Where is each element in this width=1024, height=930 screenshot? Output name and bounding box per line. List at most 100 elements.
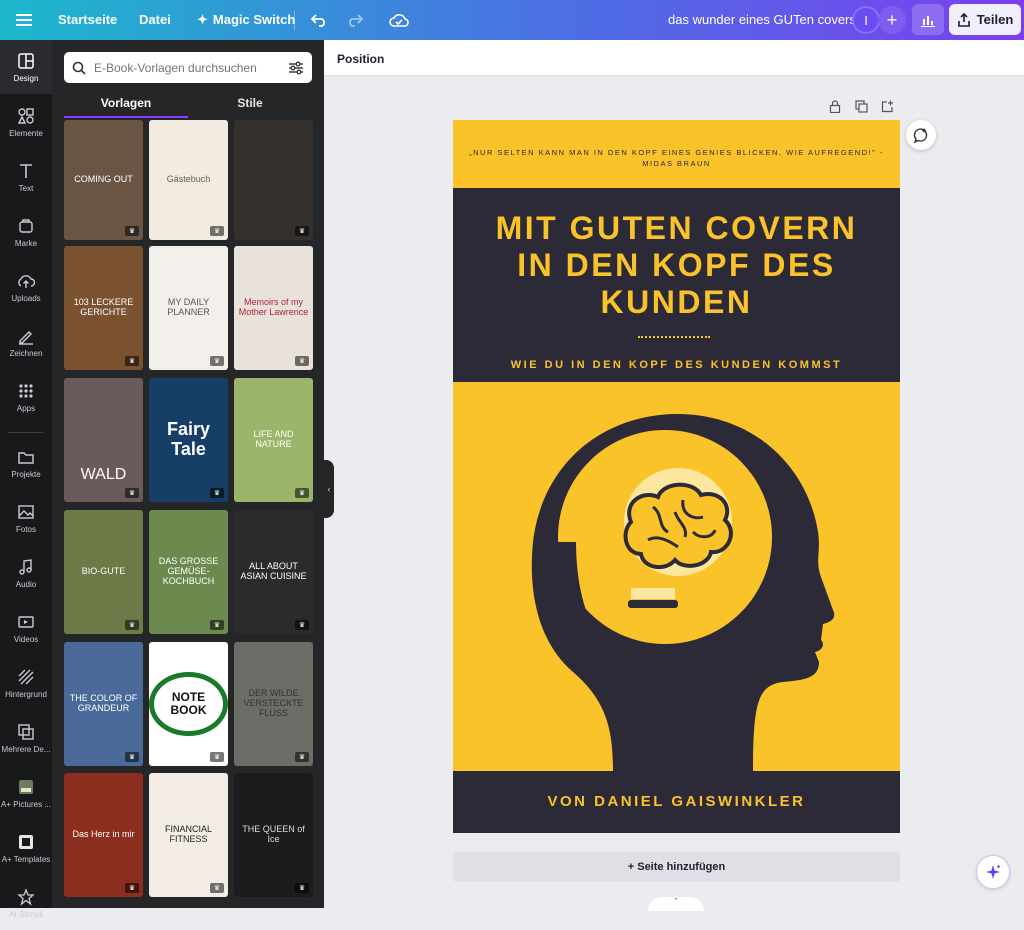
cover-author[interactable]: VON DANIEL GAISWINKLER: [453, 793, 900, 810]
rail-item-uploads[interactable]: Uploads: [0, 260, 52, 314]
document-title[interactable]: das wunder eines GUTen covers: [668, 12, 856, 27]
template-thumbnail-title: DER WILDE VERSTECKTE FLUSS: [243, 688, 304, 718]
template-thumbnail-title: NOTE BOOK: [149, 671, 228, 737]
template-thumbnail-title: Gästebuch: [166, 174, 211, 185]
template-thumbnail[interactable]: Fairy Tale ♛: [149, 378, 228, 502]
rail-label: Fotos: [15, 524, 36, 534]
rail-item-elements[interactable]: Elemente: [0, 95, 52, 149]
cloud-saved-icon[interactable]: [387, 8, 411, 32]
template-thumbnail-title: ALL ABOUT ASIAN CUISINE: [240, 561, 307, 581]
chevron-up-icon: ˆ: [674, 897, 678, 907]
home-link[interactable]: Startseite: [58, 12, 117, 27]
file-menu[interactable]: Datei: [139, 12, 171, 27]
template-thumbnail[interactable]: FINANCIAL FITNESS ♛: [149, 773, 228, 897]
magic-switch-button[interactable]: ✦ Magic Switch: [197, 12, 295, 28]
share-button[interactable]: Teilen: [949, 4, 1021, 35]
premium-crown-icon: ♛: [295, 883, 309, 893]
rail-item-photos[interactable]: Fotos: [0, 491, 52, 545]
pictures-icon: [19, 779, 33, 794]
add-page-button[interactable]: + Seite hinzufügen: [453, 852, 900, 882]
redo-icon[interactable]: [343, 8, 367, 32]
template-thumbnail[interactable]: LIFE AND NATURE ♛: [234, 378, 313, 502]
book-cover-page[interactable]: „NUR SELTEN KANN MAN IN DEN KOPF EINES G…: [453, 120, 900, 833]
premium-crown-icon: ♛: [210, 356, 224, 366]
rail-item-multiple[interactable]: Mehrere De...: [0, 711, 52, 765]
rail-item-pictures[interactable]: A+ Pictures ...: [0, 766, 52, 820]
add-comment-button[interactable]: [906, 120, 936, 150]
rail-item-background[interactable]: Hintergrund: [0, 656, 52, 710]
undo-icon[interactable]: [307, 8, 331, 32]
magic-assistant-button[interactable]: [976, 855, 1010, 889]
rail-item-text[interactable]: Text: [0, 150, 52, 204]
tab-templates[interactable]: Vorlagen: [64, 92, 188, 118]
template-thumbnail[interactable]: MY DAILY PLANNER ♛: [149, 246, 228, 370]
rail-divider: [8, 432, 44, 433]
tab-styles[interactable]: Stile: [188, 92, 312, 118]
rail-label: Marke: [14, 238, 38, 248]
collapse-panel-handle[interactable]: ‹: [324, 460, 334, 518]
rail-item-projects[interactable]: Projekte: [0, 436, 52, 490]
template-thumbnail-title: DAS GROSSE GEMÜSE-KOCHBUCH: [158, 556, 219, 586]
rail-label: Uploads: [11, 293, 41, 303]
elements-icon: [17, 107, 34, 124]
cover-quote[interactable]: „NUR SELTEN KANN MAN IN DEN KOPF EINES G…: [453, 148, 900, 169]
rail-label: Projekte: [11, 469, 41, 479]
rail-item-brand[interactable]: Marke: [0, 205, 52, 259]
left-rail: Design Elemente Text Marke Uploads Zeich…: [0, 40, 52, 919]
search-input[interactable]: [94, 60, 280, 75]
template-thumbnail[interactable]: DAS GROSSE GEMÜSE-KOCHBUCH ♛: [149, 510, 228, 634]
template-thumbnail[interactable]: Das Herz in mir ♛: [64, 773, 143, 897]
rail-item-audio[interactable]: Audio: [0, 546, 52, 600]
template-thumbnail-title: BIO-GUTE: [81, 566, 126, 577]
rail-item-apps[interactable]: Apps: [0, 370, 52, 424]
template-thumbnail[interactable]: Gästebuch ♛: [149, 120, 228, 240]
cover-title[interactable]: MIT GUTEN COVERN IN DEN KOPF DES KUNDEN: [453, 210, 900, 320]
photo-icon: [18, 504, 34, 519]
template-thumbnail[interactable]: ALL ABOUT ASIAN CUISINE ♛: [234, 510, 313, 634]
premium-crown-icon: ♛: [210, 488, 224, 498]
template-thumbnail[interactable]: ♛: [234, 120, 313, 240]
add-page-icon[interactable]: [880, 99, 894, 113]
bulb-base-ring: [628, 600, 678, 608]
template-thumbnail[interactable]: BIO-GUTE ♛: [64, 510, 143, 634]
template-thumbnail-title: Memoirs of my Mother Lawrence: [238, 297, 309, 317]
template-thumbnail[interactable]: DER WILDE VERSTECKTE FLUSS ♛: [234, 642, 313, 766]
bar-chart-icon: [921, 15, 935, 27]
rail-item-templates[interactable]: A+ Templates: [0, 821, 52, 875]
template-thumbnail[interactable]: THE COLOR OF GRANDEUR ♛: [64, 642, 143, 766]
search-bar[interactable]: [64, 52, 312, 83]
rail-item-videos[interactable]: Videos: [0, 601, 52, 655]
template-thumbnail[interactable]: 103 LECKERE GERICHTE ♛: [64, 246, 143, 370]
position-button[interactable]: Position: [337, 52, 384, 66]
rail-item-ai[interactable]: AI Stimuli: [0, 876, 52, 930]
rail-item-design[interactable]: Design: [0, 40, 52, 94]
invite-plus-button[interactable]: +: [878, 6, 906, 34]
template-thumbnail[interactable]: NOTE BOOK ♛: [149, 642, 228, 766]
rail-item-draw[interactable]: Zeichnen: [0, 315, 52, 369]
dotted-divider: [638, 336, 710, 338]
cover-subtitle[interactable]: WIE DU IN DEN KOPF DES KUNDEN KOMMST: [453, 359, 900, 371]
text-icon: [20, 163, 32, 178]
filter-icon[interactable]: [288, 61, 304, 75]
premium-crown-icon: ♛: [125, 883, 139, 893]
head-lightbulb-illustration[interactable]: [453, 382, 900, 772]
template-thumbnail-title: COMING OUT: [74, 174, 133, 185]
title-line: MIT GUTEN COVERN: [495, 210, 858, 246]
template-thumbnail[interactable]: THE QUEEN of Ice ♛: [234, 773, 313, 897]
avatar[interactable]: I: [852, 6, 880, 34]
page-navigator-handle[interactable]: ˆ: [648, 897, 704, 911]
premium-crown-icon: ♛: [210, 752, 224, 762]
rail-label: Design: [13, 73, 39, 83]
plus-icon: +: [886, 9, 898, 30]
template-thumbnail[interactable]: COMING OUT ♛: [64, 120, 143, 240]
duplicate-page-icon[interactable]: [854, 99, 868, 113]
menu-icon[interactable]: [12, 8, 36, 32]
template-thumbnail[interactable]: Memoirs of my Mother Lawrence ♛: [234, 246, 313, 370]
lock-icon[interactable]: [828, 99, 842, 113]
context-toolbar: Position: [324, 40, 1024, 76]
template-thumbnail-title: Das Herz in mir: [72, 829, 135, 840]
upload-share-icon: [957, 12, 970, 27]
template-panel: Vorlagen Stile COMING OUT♛Gästebuch♛♛103…: [52, 40, 324, 908]
insights-button[interactable]: [912, 4, 944, 35]
template-thumbnail[interactable]: WALD ♛: [64, 378, 143, 502]
